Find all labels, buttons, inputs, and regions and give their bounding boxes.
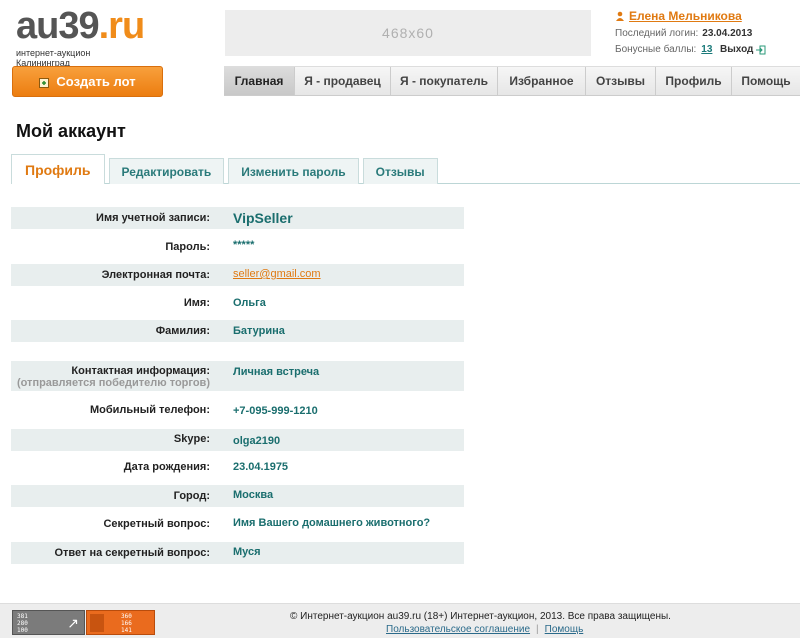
create-lot-label: Создать лот	[56, 74, 136, 89]
field-row-skype: Skype: olga2190	[11, 429, 464, 451]
site-logo[interactable]: au39.ru интернет-аукцион Калининград	[16, 5, 145, 68]
nav-reviews[interactable]: Отзывы	[586, 67, 656, 95]
footer: 381 280 100 ↗ 360 166 141 © Интернет-аук…	[0, 603, 800, 638]
last-login-value: 23.04.2013	[702, 28, 753, 39]
counter-values: 360 166 141	[121, 613, 132, 634]
field-label: Дата рождения:	[123, 461, 210, 473]
field-row-birthdate: Дата рождения: 23.04.1975	[11, 456, 464, 478]
field-label: Пароль:	[165, 241, 210, 253]
add-lot-icon	[39, 77, 50, 88]
field-value: Имя Вашего домашнего животного?	[233, 517, 431, 529]
logout-label: Выход	[720, 44, 754, 55]
field-label-main: Контактная информация:	[71, 365, 210, 377]
bonus-row: Бонусные баллы: 13 Выход	[615, 44, 800, 55]
field-label: Электронная почта:	[101, 269, 210, 281]
create-lot-button[interactable]: Создать лот	[12, 66, 163, 97]
nav-buyer[interactable]: Я - покупатель	[391, 67, 498, 95]
visit-counter-stats[interactable]: 360 166 141	[86, 610, 155, 635]
field-label: Фамилия:	[155, 325, 210, 337]
tab-reviews[interactable]: Отзывы	[362, 158, 438, 184]
user-agreement-link[interactable]: Пользовательское соглашение	[386, 624, 530, 635]
last-login-label: Последний логин:	[615, 28, 699, 39]
email-link[interactable]: seller@gmail.com	[233, 268, 321, 280]
field-label: Город:	[173, 490, 210, 502]
nav-favorites[interactable]: Избранное	[498, 67, 586, 95]
field-value: 23.04.1975	[233, 461, 289, 473]
field-row-mobile: Мобильный телефон: +7-095-999-1210	[11, 399, 464, 421]
visit-counter-liveinternet[interactable]: 381 280 100 ↗	[12, 610, 85, 635]
logo-subtitle: интернет-аукцион Калининград	[16, 48, 91, 68]
field-value: Личная встреча	[233, 366, 320, 378]
field-label: Имя:	[183, 297, 210, 309]
user-panel: Елена Мельникова Последний логин: 23.04.…	[615, 9, 800, 55]
field-label: Имя учетной записи:	[96, 212, 210, 224]
help-link[interactable]: Помощь	[545, 624, 584, 635]
field-label-note: (отправляется победителю торгов)	[16, 377, 210, 389]
tab-edit[interactable]: Редактировать	[108, 158, 225, 184]
field-label: Skype:	[173, 433, 210, 445]
field-label: Мобильный телефон:	[89, 404, 210, 416]
field-value: Ольга	[233, 297, 266, 309]
logo-text: au39.ru	[16, 5, 145, 47]
nav-seller[interactable]: Я - продавец	[295, 67, 391, 95]
ad-banner[interactable]: 468x60	[225, 10, 591, 56]
last-login-row: Последний логин: 23.04.2013	[615, 28, 800, 39]
field-value: olga2190	[233, 435, 281, 447]
field-row-secret-question: Секретный вопрос: Имя Вашего домашнего ж…	[11, 513, 464, 535]
main-nav: Главная Я - продавец Я - покупатель Избр…	[224, 66, 800, 96]
field-row-first-name: Имя: Ольга	[11, 292, 464, 314]
copyright-text: © Интернет-аукцион au39.ru (18+) Интерне…	[290, 611, 671, 622]
field-row-city: Город: Москва	[11, 485, 464, 507]
user-name: Елена Мельникова	[629, 9, 742, 23]
field-value: Батурина	[233, 325, 285, 337]
nav-main[interactable]: Главная	[224, 67, 295, 95]
bar-chart-icon	[90, 614, 104, 632]
user-icon	[616, 11, 624, 21]
field-value: *****	[233, 239, 255, 251]
counter-values: 381 280 100	[17, 613, 28, 634]
footer-links: Пользовательское соглашение | Помощь	[386, 624, 583, 635]
tab-change-password[interactable]: Изменить пароль	[228, 158, 359, 184]
nav-profile[interactable]: Профиль	[656, 67, 732, 95]
arrow-icon: ↗	[67, 615, 79, 631]
logout-icon	[756, 45, 766, 54]
field-value: Муся	[233, 546, 261, 558]
field-value: Москва	[233, 489, 274, 501]
page: au39.ru интернет-аукцион Калининград 468…	[0, 0, 800, 638]
field-row-contact-info: Контактная информация: (отправляется поб…	[11, 361, 464, 391]
profile-tabs: Профиль Редактировать Изменить пароль От…	[11, 154, 442, 184]
field-row-password: Пароль: *****	[11, 236, 464, 258]
bonus-points-link[interactable]: 13	[701, 44, 712, 55]
field-row-username: Имя учетной записи: VipSeller	[11, 207, 464, 229]
field-row-secret-answer: Ответ на секретный вопрос: Муся	[11, 542, 464, 564]
bonus-label: Бонусные баллы:	[615, 44, 697, 55]
field-value: +7-095-999-1210	[233, 405, 318, 417]
banner-placeholder-text: 468x60	[382, 25, 434, 41]
field-label: Секретный вопрос:	[103, 518, 210, 530]
tab-profile[interactable]: Профиль	[11, 154, 105, 184]
page-title: Мой аккаунт	[16, 121, 126, 141]
field-row-last-name: Фамилия: Батурина	[11, 320, 464, 342]
field-row-email: Электронная почта: seller@gmail.com	[11, 264, 464, 286]
field-value: VipSeller	[233, 210, 293, 226]
field-label: Ответ на секретный вопрос:	[54, 547, 210, 559]
logout-button[interactable]: Выход	[720, 44, 766, 55]
user-profile-link[interactable]: Елена Мельникова	[615, 9, 800, 23]
link-separator: |	[536, 624, 539, 635]
nav-help[interactable]: Помощь	[732, 67, 800, 95]
field-label: Контактная информация: (отправляется поб…	[11, 365, 210, 389]
